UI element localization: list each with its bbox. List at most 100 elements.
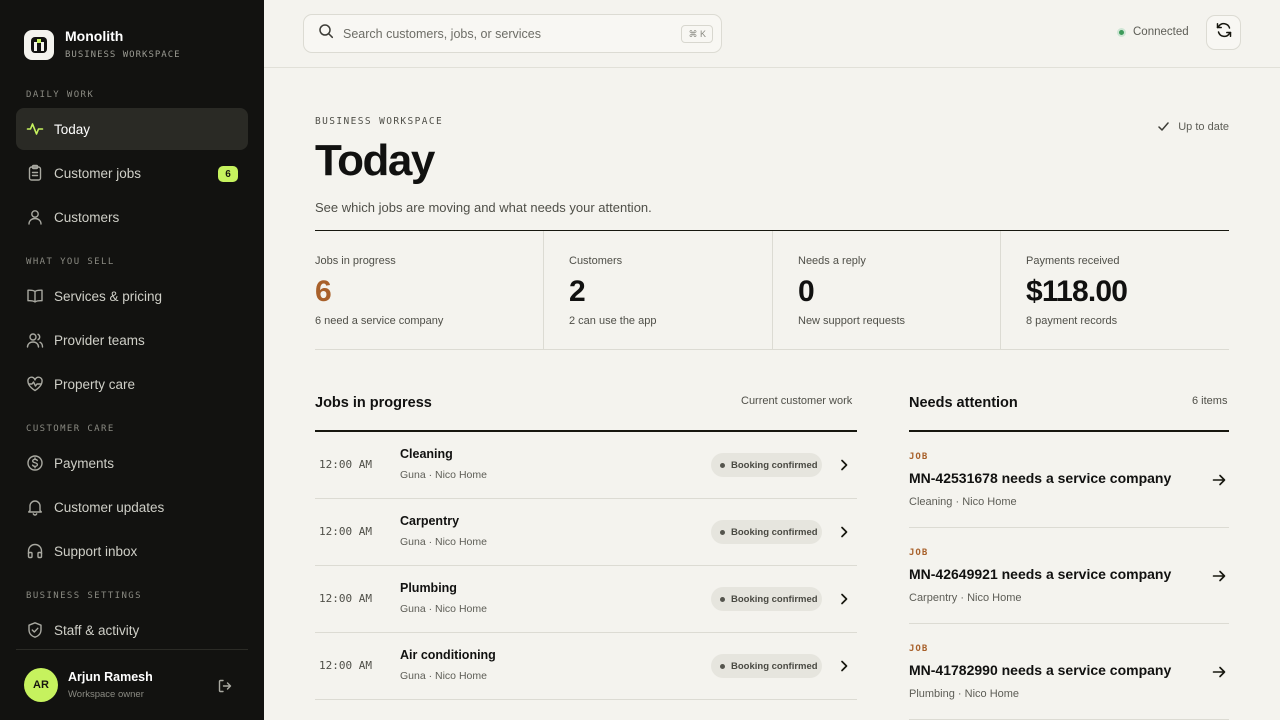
connection-status: Connected: [1117, 26, 1189, 38]
status-dot-icon: [720, 462, 725, 468]
job-meta: Guna · Nico Home: [400, 603, 487, 615]
stat-value: 0: [798, 275, 815, 308]
sidebar-item-property-care[interactable]: Property care: [16, 363, 248, 405]
stats-row: Jobs in progress 6 6 need a service comp…: [315, 230, 1229, 350]
sync-status-label: Up to date: [1178, 120, 1229, 133]
sidebar-item-services-pricing[interactable]: Services & pricing: [16, 275, 248, 317]
clipboard-icon: [26, 164, 44, 182]
list-item[interactable]: JOB MN-42649921 needs a service company …: [909, 528, 1229, 624]
search-input[interactable]: [343, 26, 663, 41]
sidebar-item-staff-activity[interactable]: Staff & activity: [16, 609, 248, 651]
table-row[interactable]: 12:00 AM Plumbing Guna · Nico Home Booki…: [315, 566, 857, 633]
search-icon: [318, 23, 334, 44]
user-icon: [26, 208, 44, 226]
table-row[interactable]: 12:00 AM Air conditioning Guna · Nico Ho…: [315, 633, 857, 700]
sync-status: Up to date: [1157, 120, 1229, 133]
status-dot-icon: [720, 663, 725, 669]
job-time: 12:00 AM: [319, 659, 372, 672]
users-icon: [26, 331, 44, 349]
status-badge-label: Booking confirmed: [731, 459, 818, 471]
stat-label: Customers: [569, 255, 623, 267]
job-name: Cleaning: [400, 447, 453, 461]
status-badge-label: Booking confirmed: [731, 660, 818, 672]
book-icon: [26, 287, 44, 305]
search-box[interactable]: ⌘ K: [303, 14, 722, 53]
chevron-right-icon[interactable]: [837, 657, 851, 675]
stat-value: 2: [569, 275, 586, 308]
dollar-circle-icon: [26, 454, 44, 472]
sidebar-divider: [16, 649, 248, 650]
sidebar-item-label: Provider teams: [54, 332, 145, 348]
stat-note: 2 can use the app: [569, 315, 657, 327]
list-item[interactable]: JOB MN-42531678 needs a service company …: [909, 432, 1229, 528]
sidebar-item-today[interactable]: Today: [16, 108, 248, 150]
nav-section-business-settings: BUSINESS SETTINGS: [26, 591, 142, 601]
status-badge: Booking confirmed: [711, 587, 822, 611]
page-subtitle: See which jobs are moving and what needs…: [315, 200, 652, 215]
stat-note: New support requests: [798, 315, 905, 327]
attention-meta: Cleaning · Nico Home: [909, 496, 1017, 508]
heart-pulse-icon: [26, 375, 44, 393]
sidebar-item-customer-updates[interactable]: Customer updates: [16, 486, 248, 528]
status-badge-label: Booking confirmed: [731, 593, 818, 605]
sidebar-item-support-inbox[interactable]: Support inbox: [16, 530, 248, 572]
attention-section-meta: 6 items: [1192, 395, 1228, 407]
table-row[interactable]: 12:00 AM Carpentry Guna · Nico Home Book…: [315, 499, 857, 566]
stat-jobs-in-progress[interactable]: Jobs in progress 6 6 need a service comp…: [315, 231, 543, 349]
attention-meta: Plumbing · Nico Home: [909, 688, 1020, 700]
sidebar-item-payments[interactable]: Payments: [16, 442, 248, 484]
arrow-right-icon[interactable]: [1211, 568, 1227, 584]
job-meta: Guna · Nico Home: [400, 536, 487, 548]
sidebar-item-label: Customer updates: [54, 499, 165, 515]
sidebar-item-label: Staff & activity: [54, 622, 140, 638]
chevron-right-icon[interactable]: [837, 456, 851, 474]
arrow-right-icon[interactable]: [1211, 472, 1227, 488]
shield-icon: [26, 621, 44, 639]
user-profile[interactable]: AR Arjun Ramesh Workspace owner: [24, 668, 153, 702]
job-meta: Guna · Nico Home: [400, 670, 487, 682]
brand-name: Monolith: [65, 28, 124, 44]
stat-customers[interactable]: Customers 2 2 can use the app: [543, 231, 772, 349]
check-icon: [1158, 122, 1169, 131]
sidebar: Monolith BUSINESS WORKSPACE DAILY WORK T…: [0, 0, 264, 720]
jobs-section-title: Jobs in progress: [315, 395, 432, 411]
stat-needs-reply[interactable]: Needs a reply 0 New support requests: [772, 231, 1000, 349]
search-shortcut: ⌘ K: [681, 25, 713, 43]
sidebar-item-label: Payments: [54, 455, 115, 471]
page-title: Today: [315, 136, 435, 185]
status-badge: Booking confirmed: [711, 520, 822, 544]
sidebar-item-provider-teams[interactable]: Provider teams: [16, 319, 248, 361]
chevron-right-icon[interactable]: [837, 590, 851, 608]
status-dot-icon: [720, 529, 725, 535]
sidebar-item-customers[interactable]: Customers: [16, 196, 248, 238]
headphones-icon: [26, 542, 44, 560]
job-time: 12:00 AM: [319, 592, 372, 605]
page-eyebrow: BUSINESS WORKSPACE: [315, 116, 444, 127]
attention-title: MN-41782990 needs a service company: [909, 662, 1172, 678]
table-row[interactable]: 12:00 AM Cleaning Guna · Nico Home Booki…: [315, 432, 857, 499]
monolith-logo-icon: [24, 29, 54, 60]
stat-payments-received[interactable]: Payments received $118.00 8 payment reco…: [1000, 231, 1229, 349]
job-time: 12:00 AM: [319, 525, 372, 538]
user-name: Arjun Ramesh: [68, 670, 153, 684]
job-name: Plumbing: [400, 581, 457, 595]
job-name: Air conditioning: [400, 648, 496, 662]
bell-icon: [26, 498, 44, 516]
list-item[interactable]: JOB MN-41782990 needs a service company …: [909, 624, 1229, 720]
attention-tag: JOB: [909, 548, 929, 558]
job-name: Carpentry: [400, 514, 460, 528]
sidebar-item-customer-jobs[interactable]: Customer jobs 6: [16, 152, 248, 194]
logout-icon[interactable]: [215, 676, 235, 696]
job-time: 12:00 AM: [319, 458, 372, 471]
refresh-button[interactable]: [1206, 15, 1241, 50]
chevron-right-icon[interactable]: [837, 523, 851, 541]
stat-value: $118.00: [1026, 275, 1128, 308]
status-badge-label: Booking confirmed: [731, 526, 818, 538]
stat-label: Jobs in progress: [315, 255, 396, 267]
stat-label: Payments received: [1026, 255, 1120, 267]
sidebar-item-label: Today: [54, 121, 91, 137]
arrow-right-icon[interactable]: [1211, 664, 1227, 680]
brand[interactable]: Monolith BUSINESS WORKSPACE: [24, 28, 181, 61]
attention-tag: JOB: [909, 452, 929, 462]
attention-section-title: Needs attention: [909, 395, 1018, 411]
